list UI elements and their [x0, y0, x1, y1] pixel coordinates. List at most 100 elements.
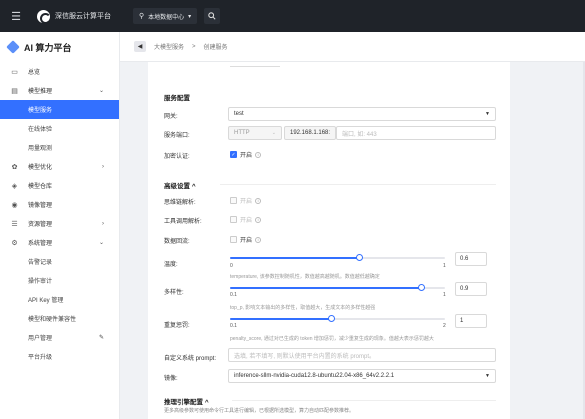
temperature-hint: temperature, 该参数控制随机性，数值越高越随机。数值越低越确定 [230, 274, 380, 280]
temperature-min: 0 [230, 263, 233, 269]
penalty-slider-handle[interactable] [328, 315, 336, 322]
sidebar-item-label: 模型仓库 [28, 184, 53, 190]
create-service-form: 服务配置 网关: test ▼ 服务端口: HTTP ⌄ 192.168.1.1… [148, 62, 510, 419]
sidebar-item-15[interactable]: 平台升级 [0, 347, 119, 366]
chevron-right-icon: › [102, 163, 104, 170]
sidebar-item-14[interactable]: 用户管理 ✎ [0, 328, 119, 347]
info-icon[interactable]: i [255, 197, 262, 204]
sidebar-item-label: 系统管理 [28, 241, 53, 247]
brand-logo[interactable]: 深信服云计算平台 [37, 9, 111, 24]
checkbox-unchecked-icon [230, 197, 237, 204]
sidebar-item-5[interactable]: ✿ 模型优化 › [0, 157, 119, 176]
info-icon[interactable]: i [255, 216, 262, 223]
top-p-input[interactable]: 0.9 [455, 282, 487, 296]
penalty-max: 2 [443, 323, 446, 329]
sidebar-item-label: API Key 管理 [28, 298, 64, 304]
info-icon[interactable]: i [255, 236, 262, 243]
checkbox-checked-icon: ✓ [230, 151, 237, 158]
sidebar-item-label: 平台升级 [28, 355, 53, 361]
back-button[interactable]: ◀ [134, 41, 146, 52]
search-icon [208, 12, 216, 20]
breadcrumb-parent[interactable]: 大模型服务 [154, 42, 184, 51]
sidebar-header: AI 算力平台 [0, 32, 119, 62]
penalty-input[interactable]: 1 [455, 314, 487, 328]
temperature-slider-handle[interactable] [355, 254, 363, 261]
sidebar-item-label: 操作审计 [28, 279, 53, 285]
caret-down-icon: ⌄ [271, 130, 276, 136]
collapse-icon: ^ [191, 183, 196, 190]
port-input[interactable]: 端口, 如: 443 [336, 126, 496, 140]
penalty-slider[interactable] [230, 315, 445, 322]
sidebar-item-label: 在线体验 [28, 127, 53, 133]
sidebar-item-label: 用量观测 [28, 146, 53, 152]
penalty-slider-fill [230, 318, 332, 320]
image-value: inference-sllm-nvidia-cuda12.8-ubuntu22.… [234, 373, 395, 379]
image-select[interactable]: inference-sllm-nvidia-cuda12.8-ubuntu22.… [228, 369, 496, 383]
engine-heading-text: 推理引擎配置 [164, 399, 203, 406]
temperature-input[interactable]: 0.6 [455, 252, 487, 266]
top-p-slider-fill [230, 287, 422, 289]
sidebar-item-11[interactable]: 操作审计 [0, 271, 119, 290]
sidebar-item-3[interactable]: 在线体验 [0, 119, 119, 138]
top-p-slider-handle[interactable] [417, 284, 425, 291]
breadcrumb-separator: > [192, 43, 196, 50]
auth-checkbox[interactable]: ✓ 开启 i [230, 150, 262, 159]
sidebar-title: AI 算力平台 [24, 42, 72, 53]
sidebar-item-13[interactable]: 模型和硬件兼容性 [0, 309, 119, 328]
top-p-slider[interactable] [230, 284, 445, 291]
checkbox-unchecked-icon [230, 216, 237, 223]
advanced-heading[interactable]: 高级设置 ^ [164, 180, 196, 190]
temperature-slider[interactable] [230, 254, 445, 261]
protocol-value: HTTP [234, 130, 250, 136]
sidebar-item-2[interactable]: 模型服务 [0, 100, 119, 119]
sidebar-item-1[interactable]: ▤ 模型推理 ⌄ [0, 81, 119, 100]
sidebar-item-10[interactable]: 告警记录 [0, 252, 119, 271]
auth-label: 加密认证: [164, 154, 190, 160]
penalty-min: 0.1 [230, 323, 237, 329]
prompt-label: 自定义系统 prompt: [164, 356, 217, 362]
sidebar-item-4[interactable]: 用量观测 [0, 138, 119, 157]
advanced-heading-text: 高级设置 [164, 183, 190, 190]
chevron-down-icon: ⌄ [98, 88, 104, 94]
sidebar-item-6[interactable]: ◈ 模型仓库 [0, 176, 119, 195]
thinking-text: 开启 [240, 199, 253, 205]
sidebar-item-9[interactable]: ⚙ 系统管理 ⌄ [0, 233, 119, 252]
sidebar-item-label: 模型推理 [28, 89, 53, 95]
advanced-divider [220, 184, 496, 185]
top-p-label: 多样性: [164, 290, 184, 296]
stream-label: 数据回流: [164, 239, 190, 245]
gateway-select[interactable]: test ▼ [228, 107, 496, 121]
caret-down-icon: ▼ [485, 111, 490, 117]
region-selector[interactable]: ⚲ 本地数据中心 ▾ [133, 8, 198, 24]
thinking-label: 思维链解析: [164, 200, 196, 206]
sidebar-item-label: 模型和硬件兼容性 [28, 317, 77, 323]
sidebar-item-12[interactable]: API Key 管理 [0, 290, 119, 309]
top-p-hint: top_p, 影响文本输出的多样性，取值越大，生成文本的多样性越强 [230, 305, 376, 311]
engine-heading[interactable]: 推理引擎配置 ^ [164, 396, 209, 406]
hamburger-menu-icon[interactable]: ☰ [0, 0, 32, 32]
chevron-down-icon: ⌄ [98, 240, 104, 246]
chevron-right-icon: › [102, 220, 104, 227]
checkbox-unchecked-icon [230, 236, 237, 243]
tool-checkbox[interactable]: 开启 i [230, 215, 262, 224]
top-p-max: 1 [443, 292, 446, 298]
gateway-label: 网关: [164, 114, 178, 120]
gateway-value: test [234, 111, 244, 117]
sidebar-item-8[interactable]: ☰ 资源管理 › [0, 214, 119, 233]
sidebar-item-0[interactable]: ▭ 总览 [0, 62, 119, 81]
auth-text: 开启 [240, 153, 253, 159]
engine-divider [232, 400, 496, 401]
search-button[interactable] [204, 8, 221, 24]
system-prompt-input[interactable]: 选填, 若不填写, 则默认使用平台内置的系统 prompt。 [228, 348, 496, 362]
stream-checkbox[interactable]: 开启 i [230, 235, 262, 244]
penalty-label: 重复惩罚: [164, 323, 190, 329]
sidebar-item-label: 模型服务 [28, 108, 53, 114]
top-p-min: 0.1 [230, 292, 237, 298]
protocol-select[interactable]: HTTP ⌄ [228, 126, 282, 140]
monitor-icon: ▭ [11, 68, 18, 76]
brand-name: 深信服云计算平台 [55, 13, 111, 20]
info-icon[interactable]: i [255, 151, 262, 158]
sidebar-item-7[interactable]: ◉ 镜像管理 [0, 195, 119, 214]
port-label: 服务端口: [164, 133, 190, 139]
thinking-checkbox[interactable]: 开启 i [230, 196, 262, 205]
